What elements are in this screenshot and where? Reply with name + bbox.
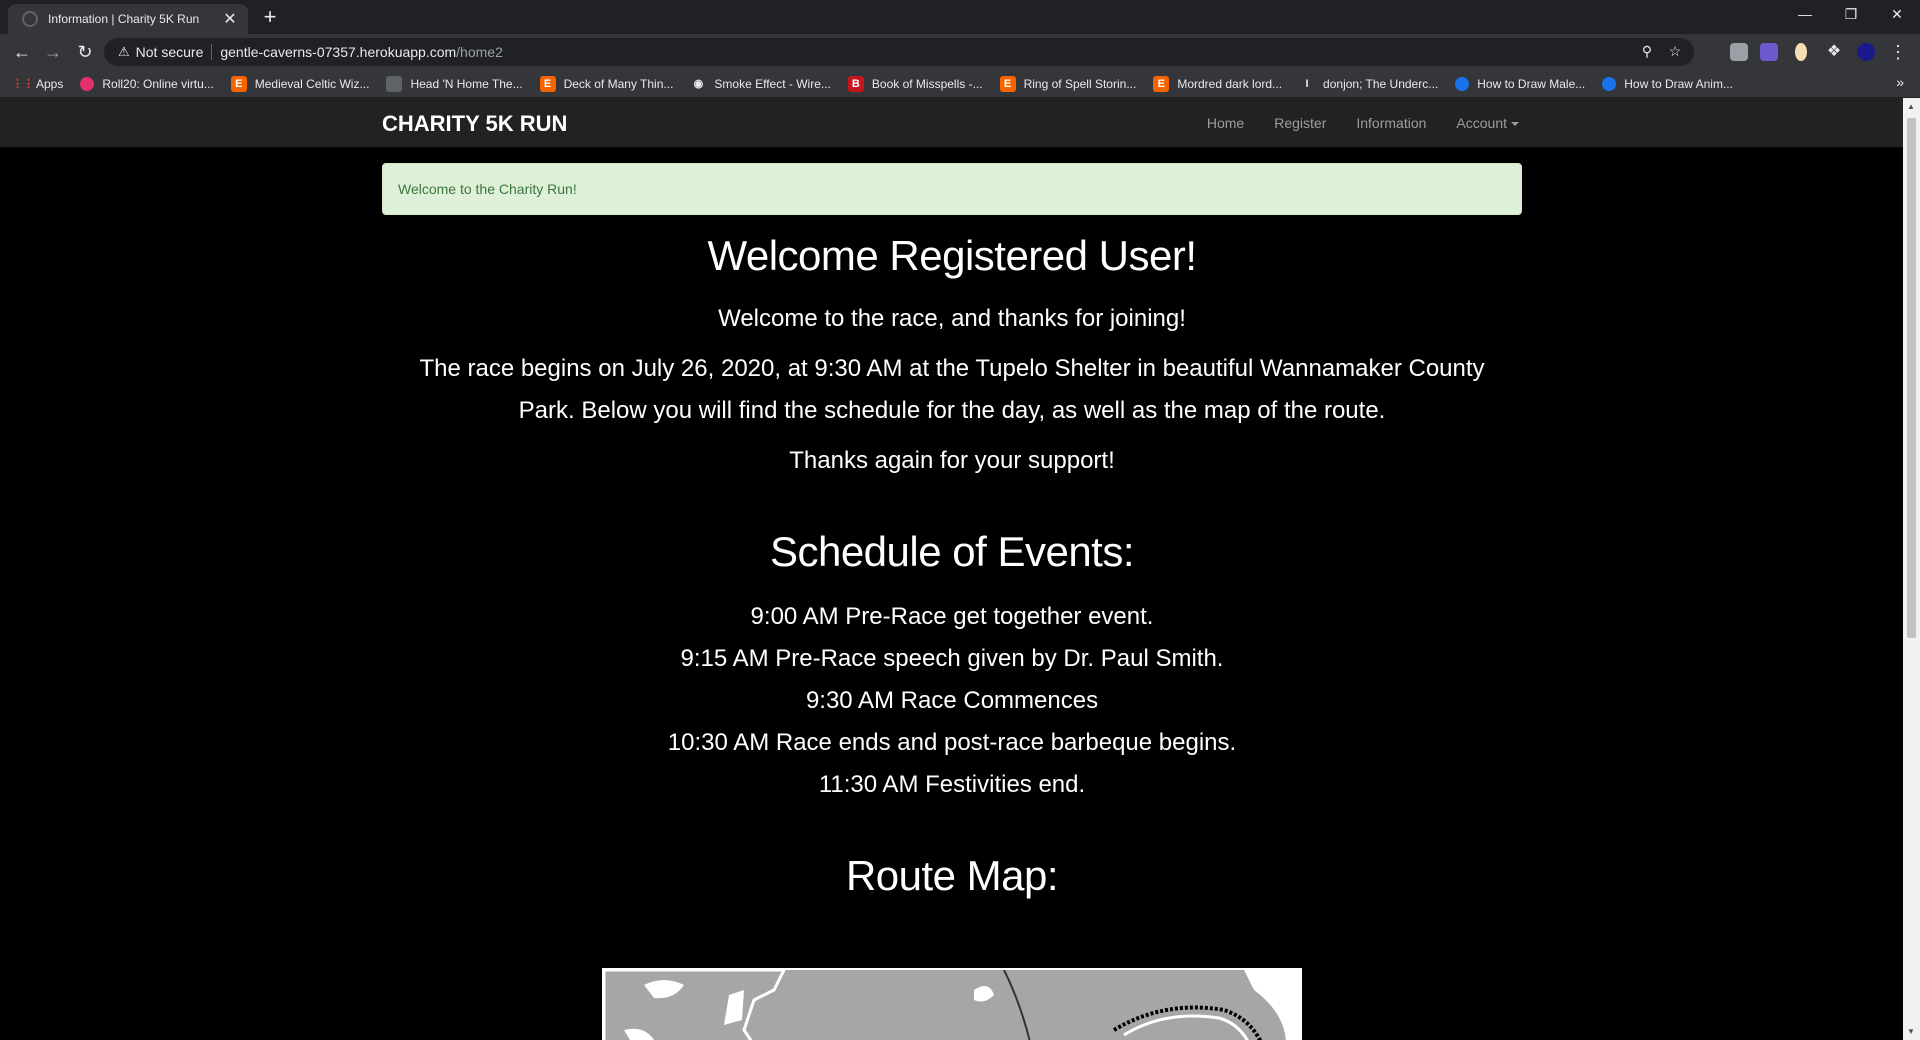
minimize-icon[interactable]: — [1782,0,1828,30]
route-map-image [602,968,1302,1040]
page-icon [386,75,403,92]
bookmark-label: Mordred dark lord... [1177,76,1283,91]
reload-icon[interactable]: ↻ [73,40,97,64]
close-window-icon[interactable]: ✕ [1874,0,1920,30]
back-arrow-icon[interactable]: ← [10,40,34,64]
extension-k-icon[interactable] [1730,43,1748,61]
donjon-icon: I [1305,77,1309,90]
bookmark-item[interactable]: ◉ Smoke Effect - Wire... [690,76,831,92]
etsy-icon: E [539,75,556,92]
etsy-icon: E [230,75,247,92]
page-scrollbar[interactable]: ▲ ▼ [1903,98,1920,1040]
bookmark-item[interactable]: E Deck of Many Thin... [539,75,674,92]
b-icon: B [847,75,864,92]
address-bar[interactable]: ⚠ Not secure gentle-caverns-07357.heroku… [104,38,1694,66]
main-content: Welcome Registered User! Welcome to the … [382,228,1522,902]
welcome-alert: Welcome to the Charity Run! [382,163,1522,215]
bookmark-item[interactable]: How to Draw Male... [1455,76,1586,91]
profile-avatar[interactable] [1857,43,1875,61]
circle-icon [1602,76,1617,91]
browser-toolbar: ← → ↻ ⚠ Not secure gentle-caverns-07357.… [0,34,1920,70]
schedule-list: 9:00 AM Pre-Race get together event. 9:1… [382,596,1522,806]
bookmark-label: donjon; The Underc... [1323,76,1439,91]
thanks-text: Thanks again for your support! [789,447,1115,474]
extension-flag-icon[interactable] [1760,43,1778,61]
bookmark-label: Medieval Celtic Wiz... [254,76,370,91]
url-path: /home2 [456,44,503,60]
web-page: CHARITY 5K RUN Home Register Information… [0,98,1903,1040]
bookmark-label: How to Draw Anim... [1624,76,1733,91]
schedule-item: 9:00 AM Pre-Race get together event. [750,603,1154,630]
site-navbar: CHARITY 5K RUN Home Register Information… [0,98,1903,148]
nav-account-label: Account [1456,115,1507,131]
key-icon[interactable]: ⚲ [1638,43,1656,60]
nav-account-dropdown[interactable]: Account [1456,115,1519,131]
bookmark-label: Deck of Many Thin... [563,76,674,91]
schedule-item: 9:30 AM Race Commences [805,687,1099,714]
tab-title: Information | Charity 5K Run [48,12,200,26]
nav-information-link[interactable]: Information [1356,115,1426,131]
bookmarks-bar: ⋮⋮ Apps Roll20: Online virtu... E Medieval C… [0,70,1920,98]
forward-arrow-icon[interactable]: → [41,40,65,64]
bookmark-item[interactable]: How to Draw Anim... [1602,76,1733,91]
bookmark-label: Roll20: Online virtu... [102,76,214,91]
extensions-puzzle-icon[interactable]: ❖ [1822,40,1846,64]
bookmark-item[interactable]: Idonjon; The Underc... [1299,76,1439,92]
bookmark-label: How to Draw Male... [1477,76,1586,91]
page-favicon-icon [22,11,38,27]
page-title: Welcome Registered User! [707,232,1197,279]
bookmark-item[interactable]: ⋮⋮ Apps [12,76,63,92]
circle-icon [1455,76,1470,91]
etsy-icon: E [1153,75,1170,92]
apps-grid-icon: ⋮⋮ [12,77,34,90]
bookmark-label: Apps [36,76,64,91]
browser-tab[interactable]: Information | Charity 5K Run ✕ [8,4,248,34]
not-secure-label[interactable]: Not secure [136,44,204,60]
browser-tab-strip: Information | Charity 5K Run ✕ + — ❐ ✕ [0,0,1920,34]
nav-links: Home Register Information Account [1177,98,1519,148]
bookmark-label: Head 'N Home The... [410,76,523,91]
schedule-item: 11:30 AM Festivities end. [818,771,1086,798]
url-host: gentle-caverns-07357.herokuapp.com [220,44,457,60]
site-brand[interactable]: CHARITY 5K RUN [382,111,567,137]
route-map-drawing [604,970,1300,1040]
bookmarks-overflow-icon[interactable]: » [1896,74,1904,90]
bookmark-label: Ring of Spell Storin... [1023,76,1137,91]
schedule-item: 9:15 AM Pre-Race speech given by Dr. Pau… [680,645,1224,672]
bookmark-item[interactable]: Head 'N Home The... [386,75,523,92]
bookmark-label: Smoke Effect - Wire... [714,76,831,91]
bookmark-label: Book of Misspells -... [871,76,983,91]
restore-icon[interactable]: ❐ [1828,0,1874,30]
bookmark-item[interactable]: E Mordred dark lord... [1153,75,1283,92]
scrollbar-thumb[interactable] [1907,118,1916,638]
schedule-heading: Schedule of Events: [769,528,1135,575]
scroll-down-icon[interactable]: ▼ [1907,1027,1915,1036]
caret-down-icon [1511,122,1519,127]
browser-menu-icon[interactable]: ⋮ [1886,40,1910,64]
address-divider [211,44,213,60]
bookmark-item[interactable]: E Ring of Spell Storin... [999,75,1137,92]
new-tab-plus-icon[interactable]: + [258,5,282,29]
nav-register-link[interactable]: Register [1274,115,1326,131]
etsy-icon: E [999,75,1016,92]
roll20-icon [80,76,95,91]
nav-home-link[interactable]: Home [1207,115,1244,131]
schedule-item: 10:30 AM Race ends and post-race barbequ… [667,729,1237,756]
tab-close-icon[interactable]: ✕ [222,9,238,29]
intro-text: Welcome to the race, and thanks for join… [718,305,1186,332]
bookmark-star-icon[interactable]: ☆ [1666,43,1684,60]
extension-egg-icon[interactable] [1795,43,1807,61]
warning-triangle-icon: ⚠ [118,44,130,59]
route-map-heading: Route Map: [845,852,1059,899]
scroll-up-icon[interactable]: ▲ [1907,102,1915,111]
bookmark-item[interactable]: Roll20: Online virtu... [80,76,214,91]
details-line-1: The race begins on July 26, 2020, at 9:3… [419,355,1485,382]
globe-icon: ◉ [693,77,704,90]
details-line-2: Park. Below you will find the schedule f… [518,397,1386,424]
bookmark-item[interactable]: E Medieval Celtic Wiz... [230,75,370,92]
bookmark-item[interactable]: B Book of Misspells -... [847,75,983,92]
